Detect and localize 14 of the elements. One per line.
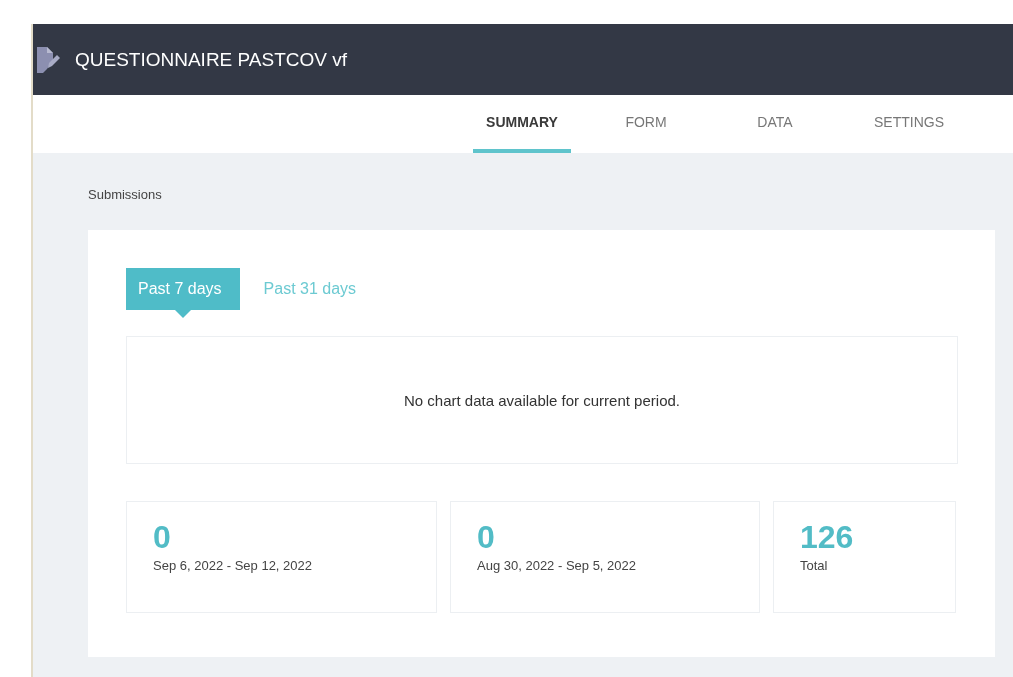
stat-label: Sep 6, 2022 - Sep 12, 2022	[153, 558, 312, 573]
nav-tab[interactable]: FORM	[571, 95, 721, 153]
section-title: Submissions	[88, 187, 163, 202]
nav-tab[interactable]: SETTINGS	[829, 95, 989, 153]
stat-value: 0	[477, 520, 495, 554]
stat-label: Total	[800, 558, 828, 573]
stat-label: Aug 30, 2022 - Sep 5, 2022	[477, 558, 636, 573]
form-icon	[35, 44, 61, 75]
empty-chart-message: No chart data available for current period.	[404, 391, 680, 409]
form-title: QUESTIONNAIRE PASTCOV vf	[75, 48, 348, 71]
nav-tab[interactable]: DATA	[721, 95, 829, 153]
stat-value: 126	[800, 520, 854, 554]
nav-tab[interactable]: SUMMARY	[473, 95, 571, 153]
stat-value: 0	[153, 520, 171, 554]
